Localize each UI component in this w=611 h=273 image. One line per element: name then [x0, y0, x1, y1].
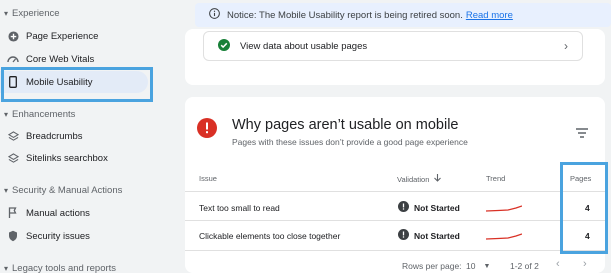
sidebar-item-label: Manual actions — [26, 207, 90, 219]
view-usable-pages-row[interactable]: View data about usable pages › — [203, 31, 583, 61]
sidebar-item-label: Core Web Vitals — [26, 53, 95, 65]
section-label: Enhancements — [12, 108, 76, 120]
issues-title: Why pages aren’t usable on mobile — [232, 117, 459, 133]
filter-icon[interactable] — [576, 125, 588, 143]
plus-circle-icon — [0, 30, 26, 42]
layers-icon — [0, 130, 26, 142]
section-security-manual-actions[interactable]: ▾ Security & Manual Actions — [0, 180, 122, 200]
trend-sparkline — [485, 200, 523, 218]
info-icon — [209, 8, 220, 22]
table-divider — [185, 220, 605, 221]
section-label: Legacy tools and reports — [12, 262, 117, 273]
read-more-link[interactable]: Read more — [466, 10, 513, 21]
usable-pages-label: View data about usable pages — [240, 40, 368, 52]
sidebar-item-breadcrumbs[interactable]: Breadcrumbs — [0, 125, 148, 147]
rows-per-page-value: 10 — [466, 261, 476, 271]
validation-status-label: Not Started — [414, 202, 460, 213]
shield-icon — [0, 230, 26, 242]
section-label: Experience — [12, 7, 60, 19]
chevron-down-icon: ▾ — [3, 263, 8, 273]
pages-count: 4 — [585, 231, 590, 241]
column-header-trend: Trend — [486, 174, 506, 183]
rows-per-page-label: Rows per page: — [402, 261, 462, 271]
column-header-pages[interactable]: Pages — [570, 174, 591, 183]
phone-icon — [0, 76, 26, 88]
alert-circle-icon — [398, 229, 409, 242]
column-header-validation[interactable]: Validation — [397, 174, 442, 184]
sidebar-item-label: Sitelinks searchbox — [26, 152, 108, 164]
chevron-down-icon: ▾ — [3, 185, 8, 195]
sidebar-item-page-experience[interactable]: Page Experience — [0, 25, 148, 47]
issues-subtitle: Pages with these issues don’t provide a … — [232, 137, 468, 147]
sidebar-item-mobile-usability[interactable]: Mobile Usability — [0, 71, 148, 93]
column-header-validation-label: Validation — [397, 174, 430, 184]
section-enhancements[interactable]: ▾ Enhancements — [0, 104, 75, 124]
table-divider — [185, 191, 605, 192]
section-experience[interactable]: ▾ Experience — [0, 3, 60, 23]
check-circle-icon — [218, 38, 230, 54]
sort-arrow-down-icon — [434, 174, 442, 184]
chevron-right-icon: › — [564, 39, 568, 53]
dropdown-arrow-icon: ▼ — [483, 262, 491, 270]
sidebar-item-sitelinks-searchbox[interactable]: Sitelinks searchbox — [0, 147, 148, 169]
validation-status: Not Started — [398, 201, 460, 214]
rows-per-page-select[interactable]: 10 ▼ — [466, 261, 490, 271]
speedometer-icon — [0, 54, 26, 64]
pagination-range: 1-2 of 2 — [510, 261, 539, 271]
sidebar-item-label: Security issues — [26, 230, 90, 242]
next-page-icon[interactable]: › — [583, 258, 587, 270]
sidebar-item-core-web-vitals[interactable]: Core Web Vitals — [0, 48, 148, 70]
trend-sparkline — [485, 228, 523, 246]
section-label: Security & Manual Actions — [12, 184, 123, 196]
validation-status: Not Started — [398, 229, 460, 242]
sidebar: ▾ Experience Page Experience Core Web Vi… — [0, 0, 185, 273]
flag-icon — [0, 207, 26, 219]
table-divider — [185, 250, 605, 251]
alert-circle-icon — [398, 201, 409, 214]
chevron-down-icon: ▾ — [3, 8, 8, 18]
sidebar-item-manual-actions[interactable]: Manual actions — [0, 202, 148, 224]
sidebar-item-label: Mobile Usability — [26, 76, 93, 88]
chevron-down-icon: ▾ — [3, 109, 8, 119]
previous-page-icon[interactable]: ‹ — [556, 258, 560, 270]
sidebar-item-label: Breadcrumbs — [26, 130, 83, 142]
issue-cell[interactable]: Text too small to read — [199, 203, 280, 213]
section-legacy-tools[interactable]: ▾ Legacy tools and reports — [0, 258, 116, 273]
retirement-notice: Notice: The Mobile Usability report is b… — [195, 3, 611, 27]
layers-icon — [0, 152, 26, 164]
pages-count: 4 — [585, 203, 590, 213]
sidebar-item-security-issues[interactable]: Security issues — [0, 225, 148, 247]
column-header-issue[interactable]: Issue — [199, 174, 217, 183]
sidebar-item-label: Page Experience — [26, 30, 99, 42]
error-icon — [197, 118, 217, 143]
validation-status-label: Not Started — [414, 230, 460, 241]
notice-text: Notice: The Mobile Usability report is b… — [227, 9, 463, 21]
issue-cell[interactable]: Clickable elements too close together — [199, 231, 340, 241]
